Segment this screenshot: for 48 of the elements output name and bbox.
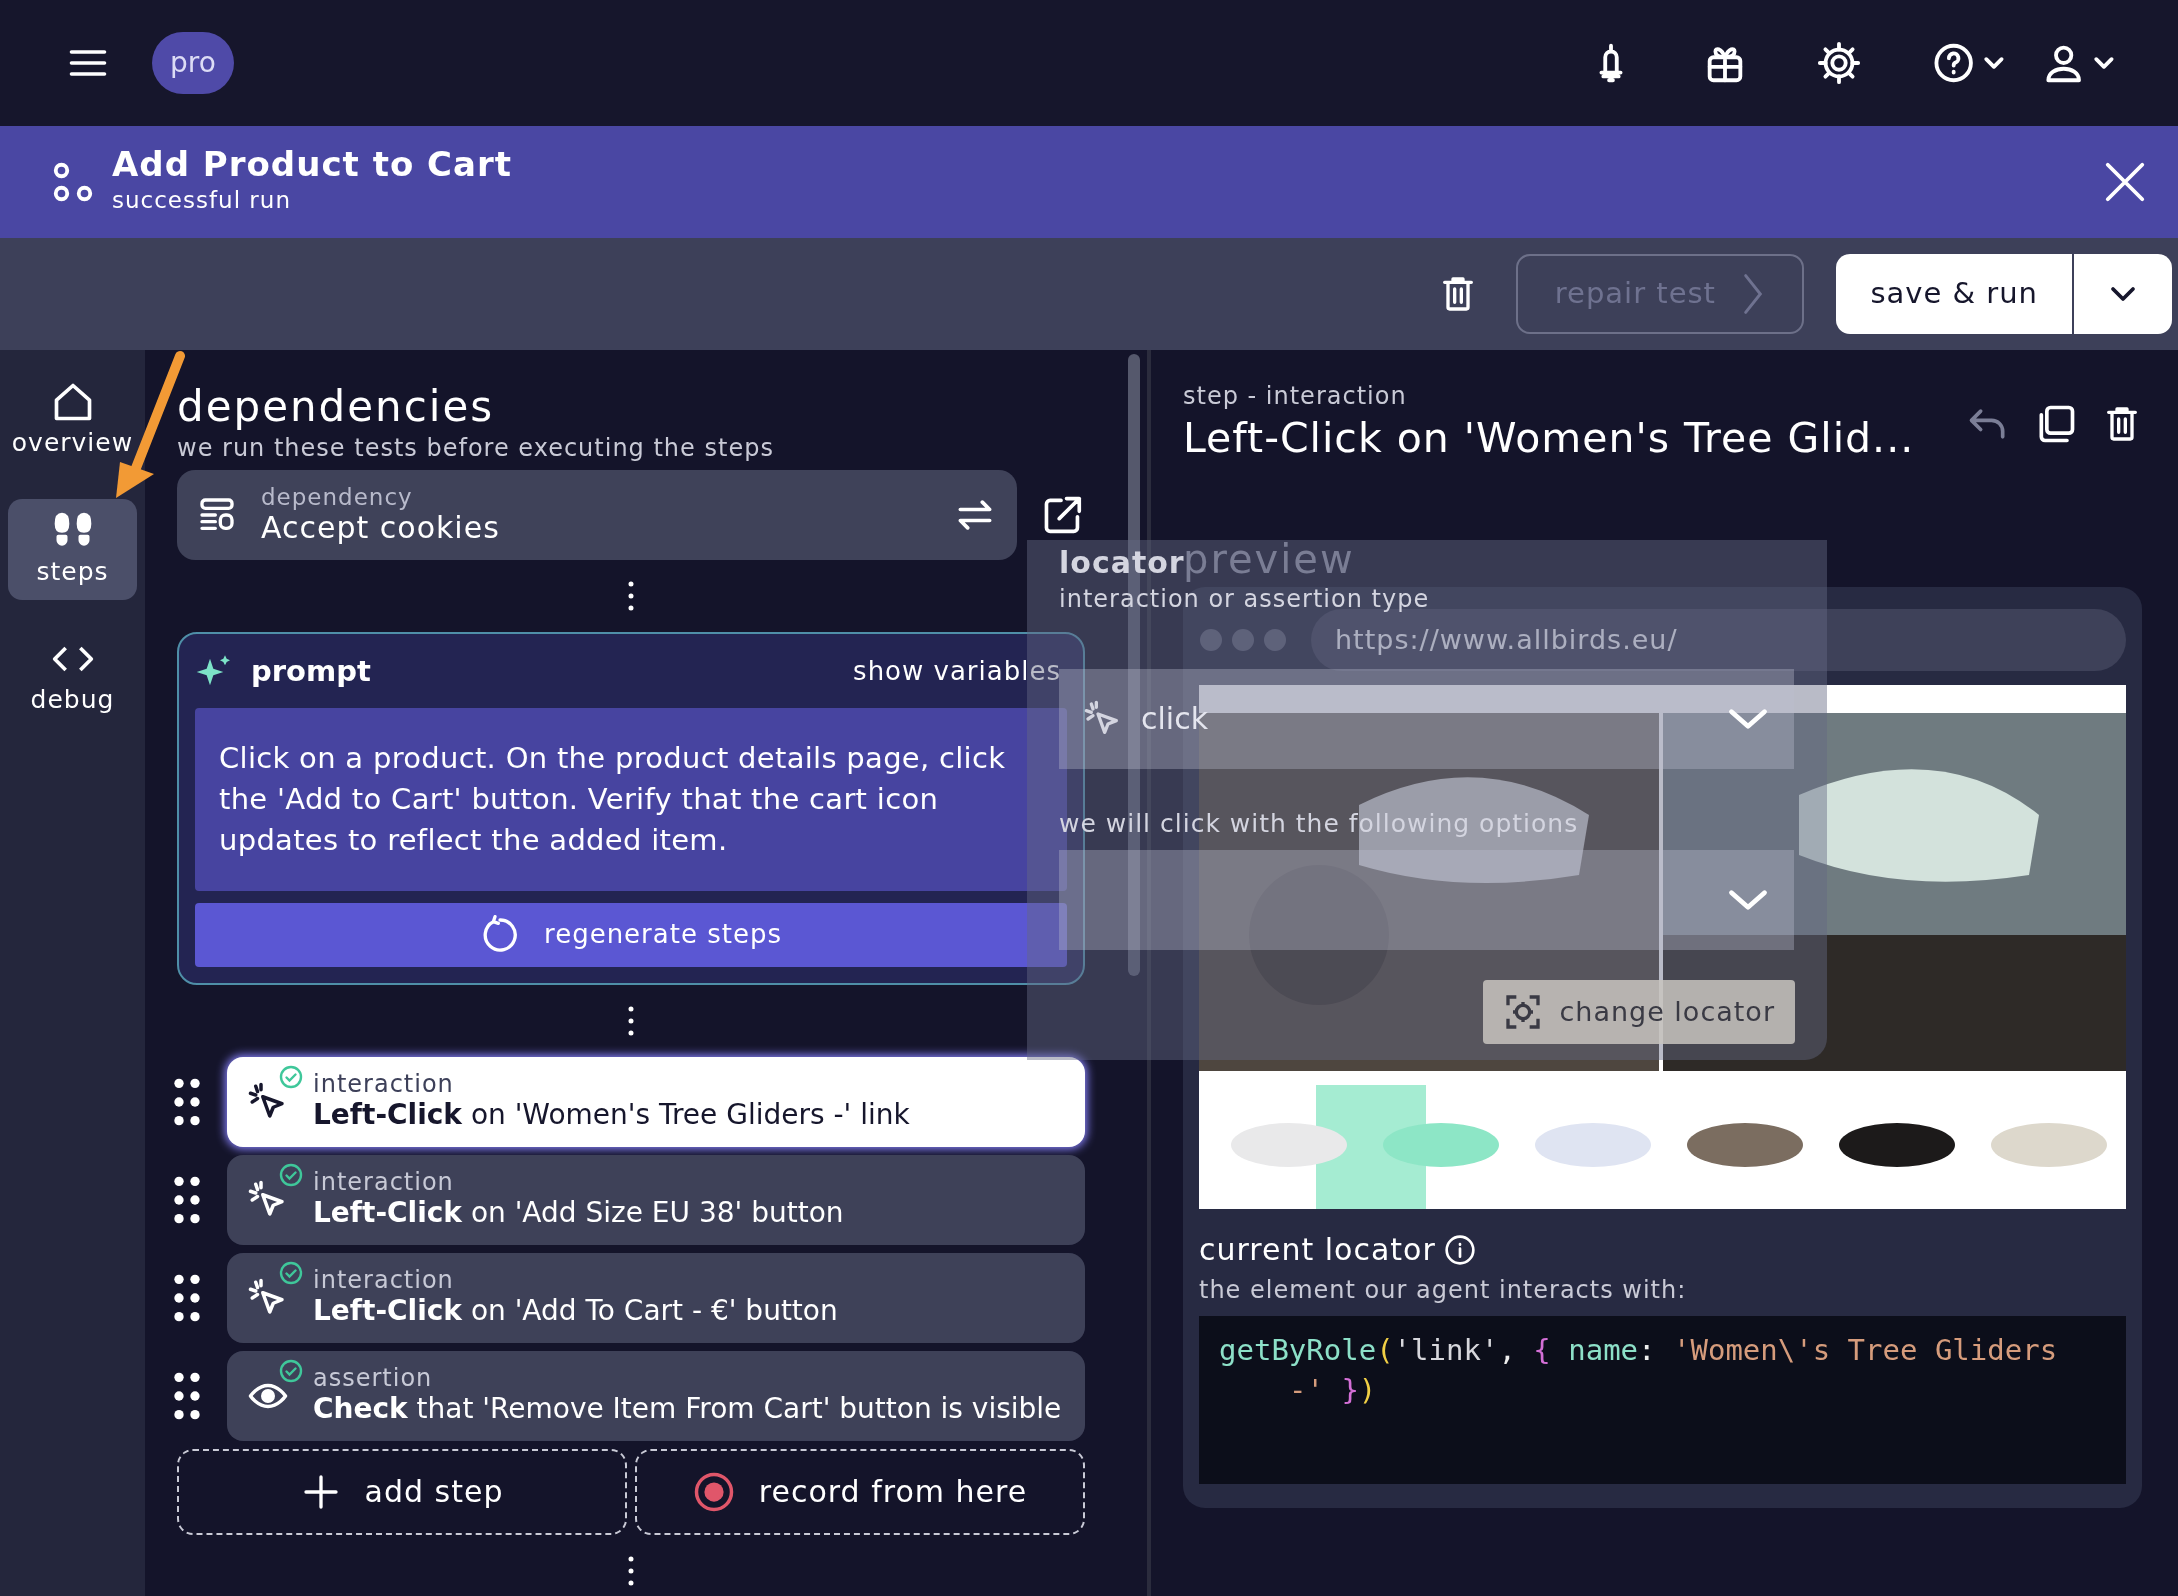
settings-icon[interactable] xyxy=(1816,40,1862,86)
step-card[interactable]: interaction Left-Click on 'Add To Cart - €' button xyxy=(227,1252,1085,1343)
type-select[interactable]: click xyxy=(1059,668,1794,769)
prompt-title: prompt xyxy=(251,653,372,691)
test-title: Add Product to Cart xyxy=(112,146,514,184)
step-description: Left-Click on 'Women's Tree Gliders -' link xyxy=(313,1097,910,1133)
section-title: dependencies xyxy=(177,384,496,431)
step-type: interaction xyxy=(313,1071,455,1098)
more-icon xyxy=(627,580,635,613)
window-dots-icon xyxy=(1199,628,1287,653)
locator-panel-title: locator xyxy=(1059,546,1185,581)
step-description: Left-Click on 'Add Size EU 38' button xyxy=(313,1195,844,1231)
section-subtitle: we run these tests before executing the steps xyxy=(177,433,775,465)
step-description: Check that 'Remove Item From Cart' button is visible xyxy=(313,1391,1062,1427)
info-icon[interactable] xyxy=(1443,1233,1476,1266)
dependency-card[interactable]: dependency Accept cookies xyxy=(177,470,1018,561)
code-line: -' }) xyxy=(1289,1373,1377,1408)
more-icon xyxy=(627,1004,635,1037)
nav-tab[interactable]: overview xyxy=(8,370,137,472)
step-overline: step - interaction xyxy=(1183,381,1408,412)
code-line: getByRole('link', { name: 'Women\'s Tree Gliders xyxy=(1219,1333,2058,1368)
drag-handle-icon[interactable] xyxy=(172,1371,202,1420)
step-type: interaction xyxy=(313,1169,455,1196)
drag-handle-icon[interactable] xyxy=(172,1077,202,1126)
drag-handle-icon[interactable] xyxy=(172,1175,202,1224)
nav-tab[interactable]: steps xyxy=(8,498,137,600)
drag-handle-icon[interactable] xyxy=(172,1273,202,1322)
preview-title: preview xyxy=(1183,537,1356,582)
nav-tab[interactable]: debug xyxy=(8,627,137,729)
dependency-name: Accept cookies xyxy=(261,509,501,546)
step-card[interactable]: interaction Left-Click on 'Women's Tree Gliders -' link xyxy=(227,1056,1085,1147)
regenerate-steps-button[interactable]: regenerate steps xyxy=(195,902,1067,967)
record-button[interactable]: record from here xyxy=(635,1448,1085,1535)
plan-badge: pro xyxy=(152,32,234,94)
locator-subtitle: the element our agent interacts with: xyxy=(1199,1275,1688,1307)
step-card[interactable]: assertion Check that 'Remove Item From Cart' button is visible xyxy=(227,1350,1085,1441)
add-step-button[interactable]: add step xyxy=(177,1448,627,1535)
dependency-label: dependency xyxy=(261,484,414,510)
locator-title: current locator xyxy=(1199,1231,1436,1270)
change-locator-button[interactable]: change locator xyxy=(1483,980,1795,1044)
more-icon xyxy=(627,1554,635,1587)
step-type: interaction xyxy=(313,1267,455,1294)
run-status: successful run xyxy=(112,186,292,216)
step-type: assertion xyxy=(313,1365,434,1392)
record-icon xyxy=(692,1470,735,1513)
step-card[interactable]: interaction Left-Click on 'Add Size EU 38' button xyxy=(227,1154,1085,1245)
step-title: Left-Click on 'Women's Tree Glid... xyxy=(1183,414,1916,464)
step-description: Left-Click on 'Add To Cart - €' button xyxy=(313,1293,838,1329)
